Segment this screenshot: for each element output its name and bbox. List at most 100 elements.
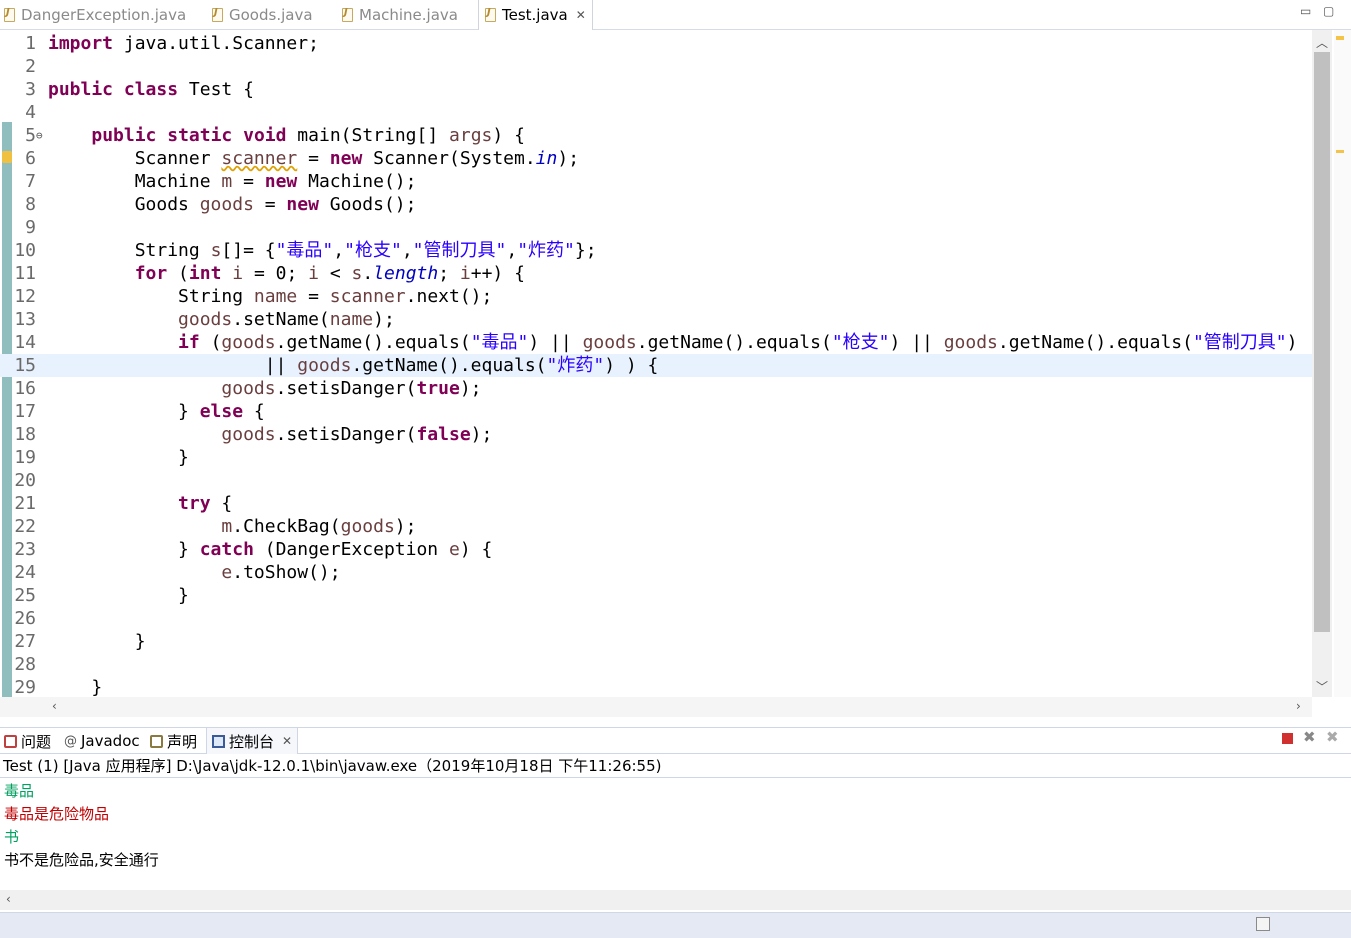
tab-javadoc[interactable]: @ Javadoc — [64, 728, 140, 754]
code-line[interactable]: 8 Goods goods = new Goods(); — [0, 193, 1312, 216]
code-lines: 1 import java.util.Scanner; 2 3 public class… — [0, 32, 1312, 699]
code-line[interactable]: 24 e.toShow(); — [0, 561, 1312, 584]
code-line[interactable]: 3 public class Test { — [0, 78, 1312, 101]
warning-icon[interactable] — [2, 151, 12, 163]
code-line[interactable]: 6 Scanner scanner = new Scanner(System.i… — [0, 147, 1312, 170]
fold-toggle-icon[interactable]: ⊖ — [36, 124, 43, 147]
code-line[interactable]: 21 try { — [0, 492, 1312, 515]
code-line[interactable]: 10 String s[]= {"毒品","枪支","管制刀具","炸药"}; — [0, 239, 1312, 262]
code-text: e.toShow(); — [48, 561, 340, 584]
horizontal-scrollbar[interactable]: ‹ › — [0, 697, 1312, 717]
code-token: for — [134, 263, 168, 284]
code-line[interactable]: 13 goods.setName(name); — [0, 308, 1312, 331]
code-token: Goods(); — [318, 194, 417, 215]
code-token: = — [253, 194, 287, 215]
code-token: false — [416, 424, 471, 445]
code-text: if (goods.getName().equals("毒品") || good… — [48, 331, 1298, 354]
code-token: int — [188, 263, 222, 284]
scroll-up-icon[interactable]: ︿ — [1316, 34, 1328, 51]
code-token: goods — [221, 332, 276, 353]
code-token: String — [48, 240, 211, 261]
code-token: "枪支" — [831, 332, 890, 353]
console-output[interactable]: 毒品 毒品是危险物品 书 书不是危险品,安全通行 — [0, 778, 1351, 890]
code-token: class — [123, 79, 179, 100]
code-line[interactable]: 14 if (goods.getName().equals("毒品") || g… — [0, 331, 1312, 354]
close-icon[interactable]: ✕ — [576, 8, 586, 22]
close-icon[interactable]: ✕ — [282, 734, 292, 748]
code-line[interactable]: 1 import java.util.Scanner; — [0, 32, 1312, 55]
code-token: .getName().equals( — [351, 355, 547, 376]
code-text: String s[]= {"毒品","枪支","管制刀具","炸药"}; — [48, 239, 597, 262]
line-number: 13 — [14, 309, 36, 330]
code-token: { — [210, 493, 233, 514]
warning-marker[interactable] — [1336, 36, 1344, 40]
code-token: "炸药" — [517, 240, 575, 261]
status-icon[interactable] — [1256, 917, 1270, 931]
minimize-icon[interactable]: ▭ — [1300, 4, 1311, 18]
code-line[interactable]: 27 } — [0, 630, 1312, 653]
tab-console[interactable]: 控制台 ✕ — [206, 728, 299, 754]
code-line[interactable]: 16 goods.setisDanger(true); — [0, 377, 1312, 400]
remove-launch-icon[interactable]: ✖ — [1303, 728, 1317, 746]
code-line[interactable]: 9 — [0, 216, 1312, 239]
code-line[interactable]: 17 } else { — [0, 400, 1312, 423]
code-token: Goods — [48, 194, 200, 215]
maximize-icon[interactable]: ▢ — [1323, 4, 1334, 18]
console-horizontal-scrollbar[interactable]: ‹ — [0, 890, 1351, 910]
remove-all-icon[interactable]: ✖ — [1326, 728, 1340, 746]
code-text: Machine m = new Machine(); — [48, 170, 417, 193]
tab-problems[interactable]: 问题 — [4, 728, 51, 754]
code-token: in — [535, 148, 558, 169]
line-number: 29 — [14, 677, 36, 698]
code-line[interactable]: 20 — [0, 469, 1312, 492]
warning-marker[interactable] — [1336, 150, 1344, 153]
console-line: 毒品 — [4, 782, 35, 800]
code-line[interactable]: 5 public static void main(String[] args)… — [0, 124, 1312, 147]
code-line[interactable]: 12 String name = scanner.next(); — [0, 285, 1312, 308]
code-line[interactable]: 4 — [0, 101, 1312, 124]
code-line[interactable]: 22 m.CheckBag(goods); — [0, 515, 1312, 538]
status-bar — [0, 912, 1351, 938]
code-token: name — [329, 309, 374, 330]
code-line[interactable]: 19 } — [0, 446, 1312, 469]
line-number: 11 — [14, 263, 36, 284]
code-token: "炸药" — [546, 355, 605, 376]
scroll-right-icon[interactable]: › — [1296, 699, 1301, 713]
code-line[interactable]: 25 } — [0, 584, 1312, 607]
line-number: 22 — [14, 516, 36, 537]
code-text: public class Test { — [48, 78, 254, 101]
code-token: scanner — [329, 286, 406, 307]
code-line[interactable]: 18 goods.setisDanger(false); — [0, 423, 1312, 446]
line-number: 27 — [14, 631, 36, 652]
code-line[interactable]: 11 for (int i = 0; i < s.length; i++) { — [0, 262, 1312, 285]
vertical-scroll-thumb[interactable] — [1314, 52, 1330, 632]
tab-dangerexception[interactable]: DangerException.java — [4, 0, 186, 30]
terminate-icon[interactable] — [1282, 733, 1293, 744]
code-line[interactable]: 2 — [0, 55, 1312, 78]
code-line[interactable]: 28 — [0, 653, 1312, 676]
tab-test[interactable]: Test.java ✕ — [478, 0, 593, 30]
scroll-down-icon[interactable]: ﹀ — [1316, 678, 1328, 695]
tab-declaration[interactable]: 声明 — [150, 728, 197, 754]
code-token: goods — [340, 516, 395, 537]
code-line[interactable]: 29 } — [0, 676, 1312, 699]
line-number: 14 — [14, 332, 36, 353]
line-number: 7 — [25, 171, 36, 192]
code-line[interactable]: 7 Machine m = new Machine(); — [0, 170, 1312, 193]
code-token: ) — [1286, 332, 1298, 353]
tab-machine[interactable]: Machine.java — [342, 0, 458, 30]
code-text: || goods.getName().equals("炸药") ) { — [48, 354, 659, 377]
code-line[interactable]: 26 — [0, 607, 1312, 630]
console-icon — [212, 734, 225, 748]
code-line[interactable]: 15 || goods.getName().equals("炸药") ) { — [0, 354, 1312, 377]
code-editor[interactable]: 1 import java.util.Scanner; 2 3 public class… — [0, 30, 1351, 717]
code-line[interactable]: 23 } catch (DangerException e) { — [0, 538, 1312, 561]
tab-goods[interactable]: Goods.java — [212, 0, 313, 30]
code-token: i — [459, 263, 471, 284]
scroll-left-icon[interactable]: ‹ — [52, 699, 57, 713]
code-token: goods — [221, 424, 276, 445]
scroll-left-icon[interactable]: ‹ — [6, 892, 11, 906]
